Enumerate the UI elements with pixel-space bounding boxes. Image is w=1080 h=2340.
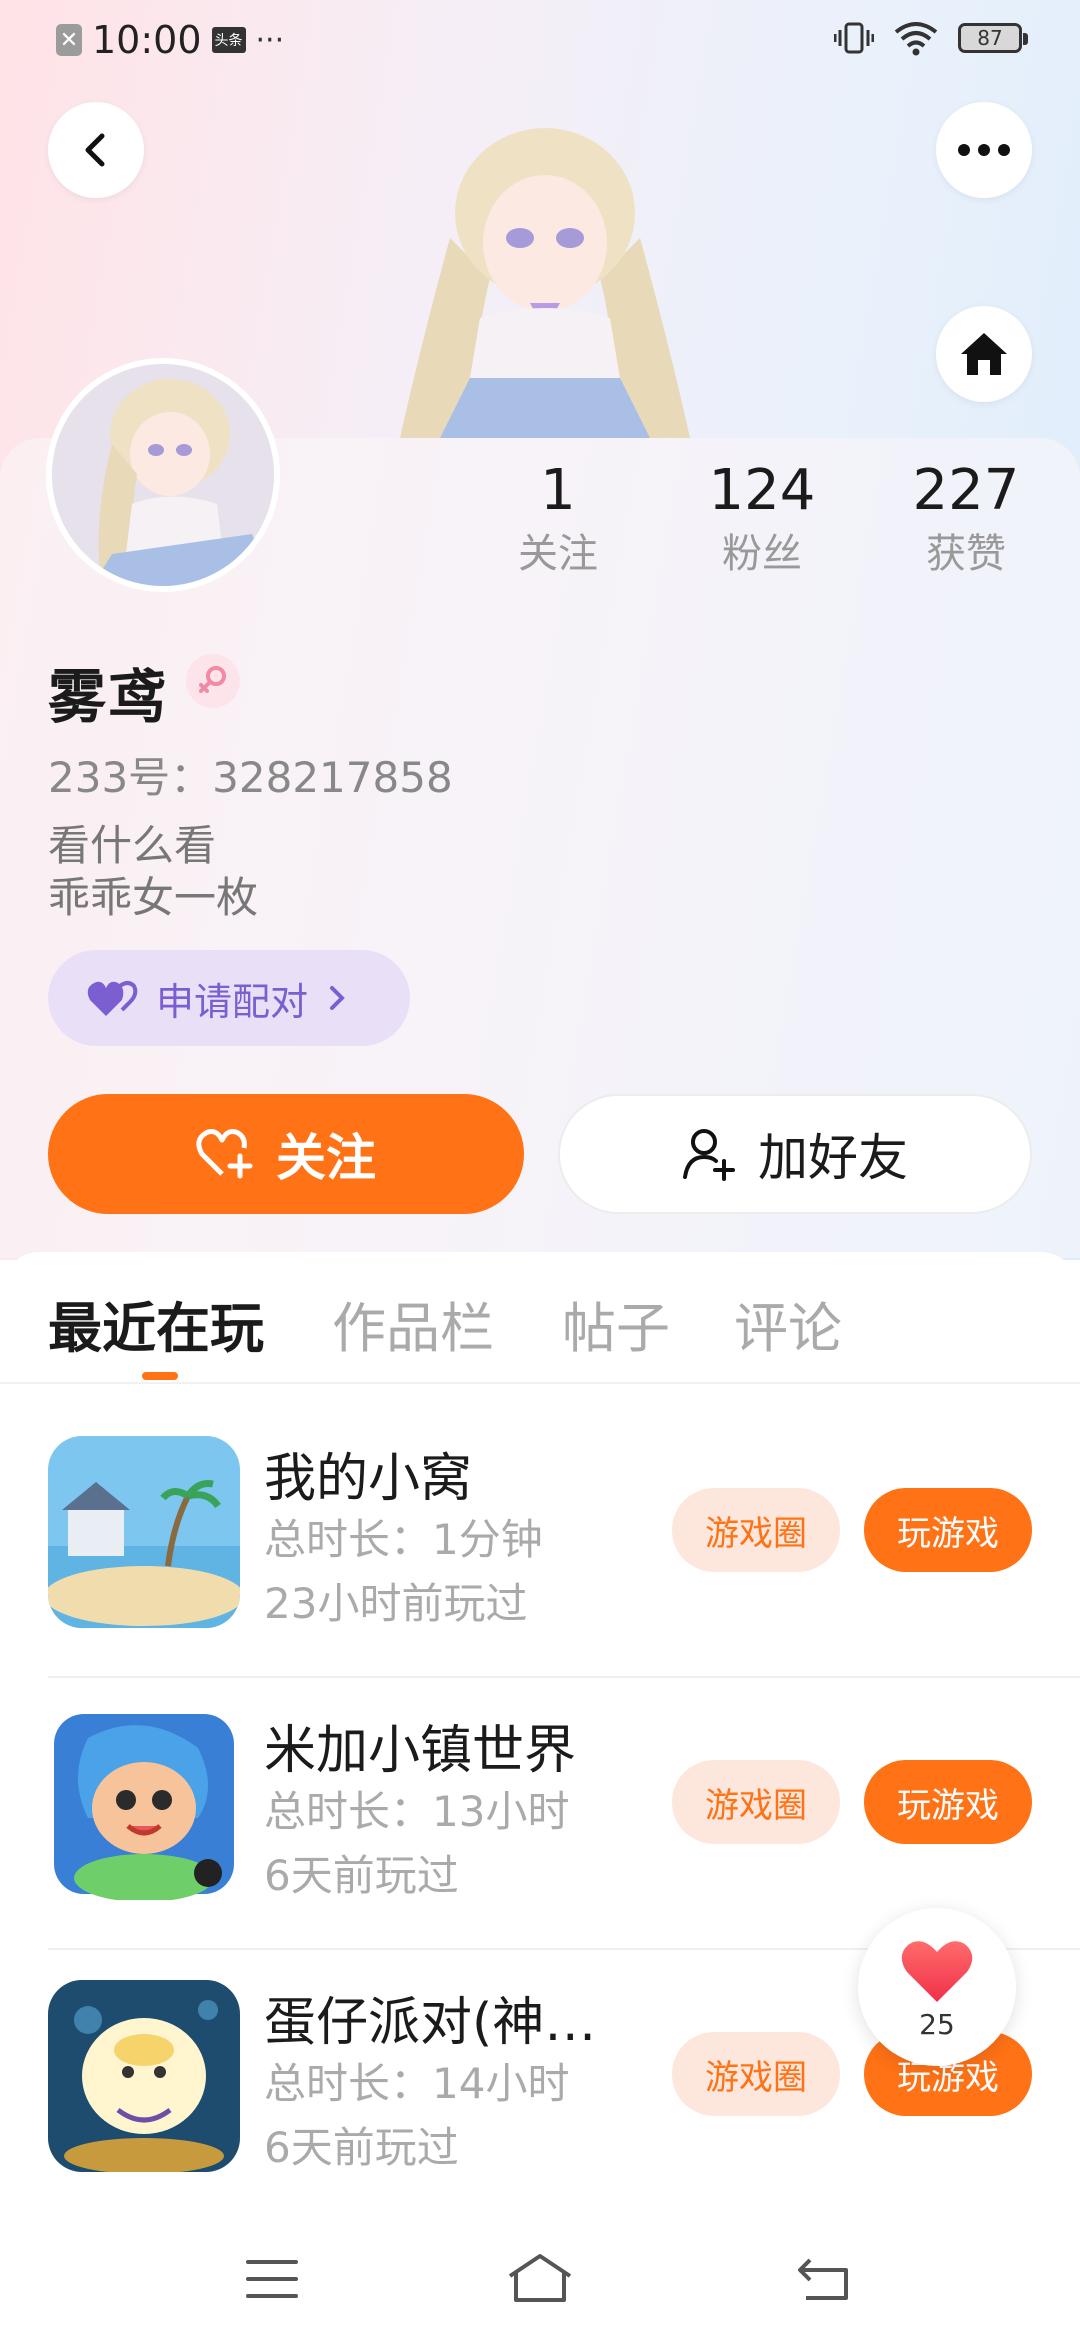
stat-likes-count: 227	[912, 458, 1020, 523]
battery-level: 87	[977, 26, 1003, 50]
add-friend-icon	[683, 1129, 735, 1181]
game-circle-button[interactable]: 游戏圈	[672, 1760, 840, 1844]
user-id: 233号：328217858	[48, 753, 453, 802]
female-icon	[199, 666, 226, 693]
menu-icon[interactable]	[246, 2258, 298, 2300]
back-icon	[85, 133, 105, 167]
bio-line: 看什么看	[48, 821, 217, 870]
game-last-played: 23小时前玩过	[264, 1579, 528, 1628]
character-illustration	[400, 128, 690, 438]
request-pair-label: 申请配对	[156, 979, 309, 1024]
tab-recently-played[interactable]: 最近在玩	[48, 1284, 264, 1363]
heart-plus-icon	[196, 1129, 253, 1179]
game-icon-eggy-party	[48, 1980, 240, 2172]
game-name: 米加小镇世界	[264, 1721, 577, 1781]
game-last-played: 6天前玩过	[264, 1851, 459, 1900]
like-button[interactable]: 25	[858, 1908, 1016, 2066]
bio-line: 乖乖女一枚	[48, 873, 259, 922]
game-circle-button[interactable]: 游戏圈	[672, 1488, 840, 1572]
game-duration: 总时长：14小时	[264, 2059, 570, 2108]
toutiao-icon: 头条	[211, 27, 246, 53]
game-icon-my-nest	[48, 1436, 240, 1628]
home-icon	[961, 333, 1007, 375]
tab-divider	[0, 1382, 1080, 1384]
add-friend-label: 加好友	[758, 1129, 908, 1187]
stat-likes-label: 获赞	[926, 531, 1006, 577]
home-button[interactable]	[936, 306, 1032, 402]
heart-pair-icon	[87, 981, 138, 1016]
stat-fans-count: 124	[708, 458, 816, 523]
game-icon-miga-town	[48, 1708, 240, 1900]
game-name: 蛋仔派对(神…	[264, 1993, 597, 2053]
like-count: 25	[919, 2008, 955, 2041]
game-last-played: 6天前玩过	[264, 2123, 459, 2172]
stat-fans-label: 粉丝	[722, 531, 802, 577]
status-more-dots: ···	[255, 22, 285, 58]
stat-following-label: 关注	[518, 531, 598, 577]
stat-fans[interactable]: 124 粉丝	[692, 456, 832, 582]
game-duration: 总时长：1分钟	[264, 1515, 543, 1564]
username: 雾鸢	[48, 663, 169, 731]
follow-button[interactable]: 关注	[48, 1094, 524, 1214]
more-button[interactable]	[936, 102, 1032, 198]
like-heart-icon	[901, 1941, 973, 2002]
game-name: 我的小窝	[264, 1449, 473, 1509]
avatar-image	[52, 364, 274, 586]
chevron-right-icon	[330, 986, 345, 1010]
stat-following[interactable]: 1 关注	[488, 456, 628, 582]
vibrate-icon	[834, 22, 874, 54]
back-nav-icon[interactable]	[796, 2256, 852, 2302]
system-nav-bar	[0, 2220, 1080, 2340]
stat-likes[interactable]: 227 获赞	[896, 456, 1036, 582]
status-time: 10:00	[92, 18, 202, 62]
gender-badge	[186, 654, 240, 708]
game-duration: 总时长：13小时	[264, 1787, 570, 1836]
follow-label: 关注	[276, 1129, 376, 1187]
add-friend-button[interactable]: 加好友	[558, 1094, 1032, 1214]
more-icon	[958, 144, 1010, 156]
play-game-button[interactable]: 玩游戏	[864, 1488, 1032, 1572]
tab-works[interactable]: 作品栏	[332, 1284, 494, 1363]
close-notice-icon: ✕	[56, 24, 82, 56]
game-circle-button[interactable]: 游戏圈	[672, 2032, 840, 2116]
active-tab-indicator	[142, 1372, 178, 1380]
back-button[interactable]	[48, 102, 144, 198]
request-pair-button[interactable]: 申请配对	[48, 950, 410, 1046]
battery-icon: 87	[958, 23, 1028, 53]
bio: 看什么看 乖乖女一枚	[48, 820, 258, 924]
tab-comments[interactable]: 评论	[734, 1284, 842, 1363]
wifi-icon	[894, 22, 938, 56]
stat-following-count: 1	[540, 458, 576, 523]
home-nav-icon[interactable]	[506, 2252, 574, 2304]
play-game-button[interactable]: 玩游戏	[864, 1760, 1032, 1844]
tab-posts[interactable]: 帖子	[562, 1284, 670, 1363]
list-item[interactable]: 我的小窝 总时长：1分钟 23小时前玩过 游戏圈 玩游戏	[0, 1406, 1080, 1678]
avatar[interactable]	[46, 358, 280, 592]
status-bar: ✕ 10:00 头条 ··· 87	[0, 0, 1080, 84]
